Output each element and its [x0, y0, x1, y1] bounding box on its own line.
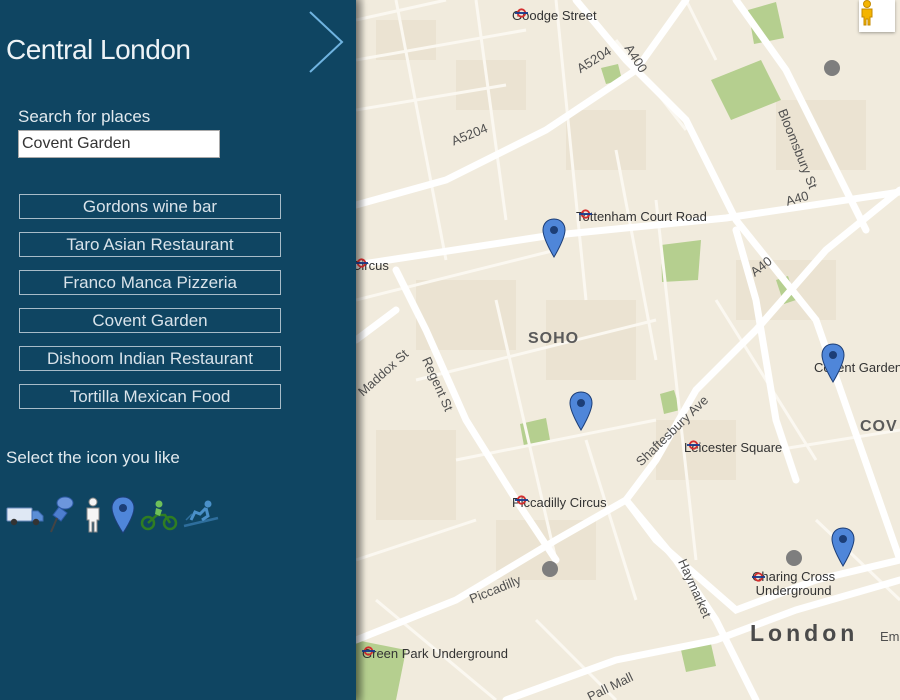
page-title: Central London — [6, 34, 191, 65]
search-input[interactable] — [18, 130, 220, 158]
motorcycle-icon[interactable] — [140, 498, 178, 532]
area-label-covent: COV — [860, 418, 898, 435]
museum-icon[interactable] — [824, 60, 840, 76]
underground-icon — [752, 572, 765, 582]
pegman-icon — [861, 0, 873, 26]
underground-icon — [515, 495, 528, 505]
place-item-taro[interactable]: Taro Asian Restaurant — [19, 232, 281, 257]
station-charing-cross[interactable]: Charing Cross Underground — [752, 570, 835, 598]
pushpin-icon[interactable] — [48, 495, 76, 535]
pegman-button[interactable] — [859, 0, 895, 32]
station-green-park[interactable]: Green Park Underground — [362, 646, 508, 661]
museum-icon[interactable] — [542, 561, 558, 577]
search-label: Search for places — [18, 107, 151, 126]
person-icon[interactable] — [80, 496, 106, 534]
station-tottenham[interactable]: Tottenham Court Road — [576, 209, 707, 224]
museum-icon[interactable] — [786, 550, 802, 566]
place-item-gordons[interactable]: Gordons wine bar — [19, 194, 281, 219]
station-label: Green Park Underground — [362, 646, 508, 661]
map[interactable]: SOHO London COV A5204 A5204 A400 Bloomsb… — [356, 0, 900, 700]
underground-icon — [579, 209, 592, 219]
underground-icon — [356, 258, 368, 268]
area-label-soho: SOHO — [528, 330, 580, 347]
truck-icon[interactable] — [6, 503, 44, 527]
places-list: Gordons wine bar Taro Asian Restaurant F… — [19, 194, 281, 422]
map-marker-icon[interactable] — [831, 527, 855, 567]
station-label: Tottenham Court Road — [576, 209, 707, 224]
icon-selector — [6, 494, 220, 536]
station-leicester[interactable]: Leicester Square — [684, 440, 782, 455]
station-label: Underground — [755, 583, 832, 598]
map-marker-icon[interactable] — [542, 218, 566, 258]
place-item-franco-manca[interactable]: Franco Manca Pizzeria — [19, 270, 281, 295]
station-goodge[interactable]: Goodge Street — [512, 8, 597, 23]
icon-prompt: Select the icon you like — [6, 448, 180, 467]
road-label: Em — [880, 629, 900, 644]
place-item-tortilla[interactable]: Tortilla Mexican Food — [19, 384, 281, 409]
skier-icon[interactable] — [182, 500, 220, 530]
chevron-right-icon[interactable] — [306, 10, 346, 74]
underground-icon — [362, 646, 375, 656]
place-item-covent-garden[interactable]: Covent Garden — [19, 308, 281, 333]
map-marker-icon[interactable] — [821, 343, 845, 383]
underground-icon — [687, 440, 700, 450]
station-piccadilly[interactable]: Piccadilly Circus — [512, 495, 607, 510]
place-item-dishoom[interactable]: Dishoom Indian Restaurant — [19, 346, 281, 371]
area-label-london: London — [750, 620, 859, 646]
map-marker-icon[interactable] — [569, 391, 593, 431]
sidebar: Central London Search for places Gordons… — [0, 0, 356, 700]
underground-icon — [515, 8, 528, 18]
station-oxford-circus[interactable]: Circus — [356, 258, 389, 273]
map-marker-icon[interactable] — [110, 495, 136, 535]
